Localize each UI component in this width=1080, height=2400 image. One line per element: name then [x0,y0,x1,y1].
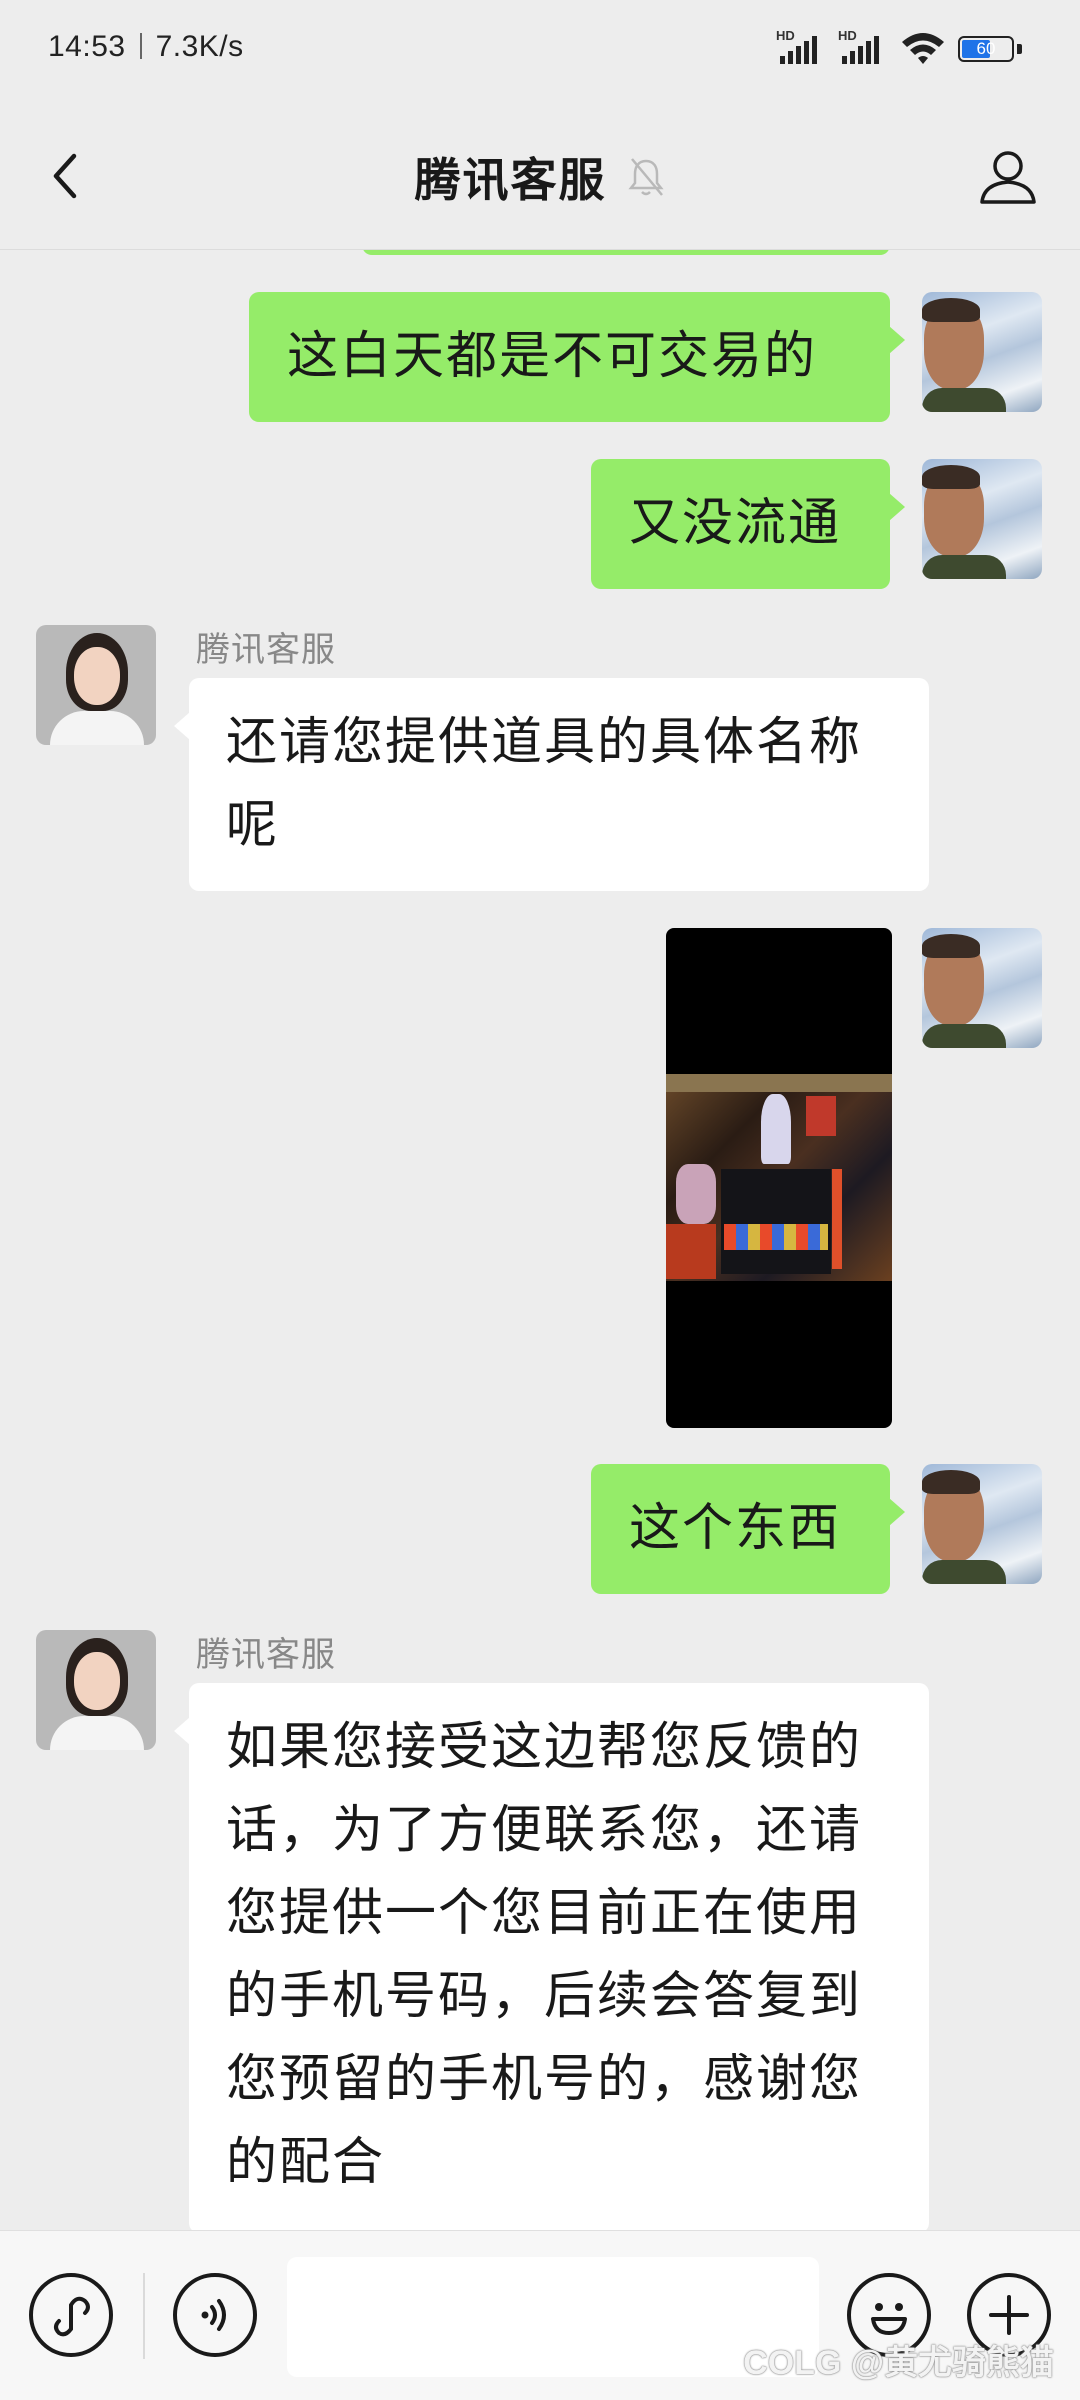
message-line: 话，为了方便联系您，还请 [226,1801,863,1860]
user-avatar[interactable] [922,1464,1042,1584]
message-bubble-outgoing[interactable]: 这白天都是不可交易的 [249,292,905,422]
user-avatar[interactable] [922,292,1042,412]
image-message[interactable] [666,928,892,1428]
battery-level: 60 [976,39,996,58]
agent-avatar[interactable] [36,1630,156,1750]
bubble-tail [889,493,905,521]
network-speed: 7.3K/s [155,30,244,63]
message-bubble-outgoing[interactable]: 又没流通 [591,459,905,589]
bubble-tail [174,712,190,740]
message-line: 的配合 [226,2133,386,2192]
sender-name: 腾讯客服 [196,630,336,670]
message-line: 您提供一个您目前正在使用 [226,1884,863,1943]
user-avatar[interactable] [922,928,1042,1048]
clock: 14:53 [48,30,126,63]
message-bubble-partial [362,250,890,255]
input-bar: COLG @黄尤骑熊猫 [0,2230,1080,2400]
chat-title: 腾讯客服 [414,153,607,207]
agent-avatar[interactable] [36,625,156,745]
message-line: 的手机号码，后续会答复到 [226,1967,863,2026]
watermark: COLG @黄尤骑熊猫 [743,2344,1054,2382]
chat-header: 腾讯客服 [0,100,1080,250]
voice-icon[interactable] [173,2273,257,2357]
bubble-tail [174,1717,190,1745]
signal-icon: HD [838,28,888,68]
bubble-tail [889,326,905,354]
mini-program-icon[interactable] [29,2273,113,2357]
message-text: 又没流通 [629,494,842,553]
mute-bell-icon [627,158,664,196]
signal-icon: HD [776,28,826,68]
status-right: HD HD 60 [776,28,1022,68]
message-bubble-outgoing[interactable]: 这个东西 [591,1464,905,1594]
user-avatar[interactable] [922,459,1042,579]
message-list[interactable]: 这白天都是不可交易的 又没流通 腾讯客服 还请您提供道具的具体名称 呢 这个东西… [0,250,1080,2230]
sender-name: 腾讯客服 [196,1635,336,1675]
title-wrap: 腾讯客服 [0,144,1080,210]
message-bubble-incoming[interactable]: 还请您提供道具的具体名称 呢 [174,678,929,891]
status-left: 14:53 7.3K/s [48,30,244,64]
message-line: 您预留的手机号的，感谢您 [226,2050,863,2109]
battery-icon: 60 [958,33,1022,63]
bubble-tail [889,1498,905,1526]
status-separator [139,33,142,59]
status-bar: 14:53 7.3K/s HD HD 60 [0,0,1080,100]
message-bubble-incoming[interactable]: 如果您接受这边帮您反馈的 话，为了方便联系您，还请 您提供一个您目前正在使用 的… [174,1683,929,2230]
wifi-icon [902,33,944,64]
message-line: 如果您接受这边帮您反馈的 [226,1718,863,1777]
profile-icon[interactable] [976,146,1040,206]
message-line: 还请您提供道具的具体名称 [226,713,863,772]
divider [143,2273,145,2359]
message-text: 这白天都是不可交易的 [287,327,818,386]
message-text: 这个东西 [629,1499,842,1558]
message-line: 呢 [226,796,280,855]
message-input[interactable] [287,2257,819,2377]
game-screenshot-thumbnail [666,1074,892,1281]
